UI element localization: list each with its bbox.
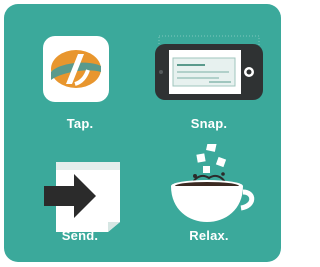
step-relax: Relax. xyxy=(149,144,269,254)
step-tap: Tap. xyxy=(20,32,140,142)
step-snap: Snap. xyxy=(149,32,269,142)
step-label-tap: Tap. xyxy=(66,116,94,131)
step-send: Send. xyxy=(20,144,140,254)
step-label-send: Send. xyxy=(61,228,99,243)
how-it-works-panel: Tap. Snap. Send. Relax. xyxy=(4,4,281,262)
step-label-snap: Snap. xyxy=(190,116,228,131)
step-label-relax: Relax. xyxy=(189,228,229,243)
